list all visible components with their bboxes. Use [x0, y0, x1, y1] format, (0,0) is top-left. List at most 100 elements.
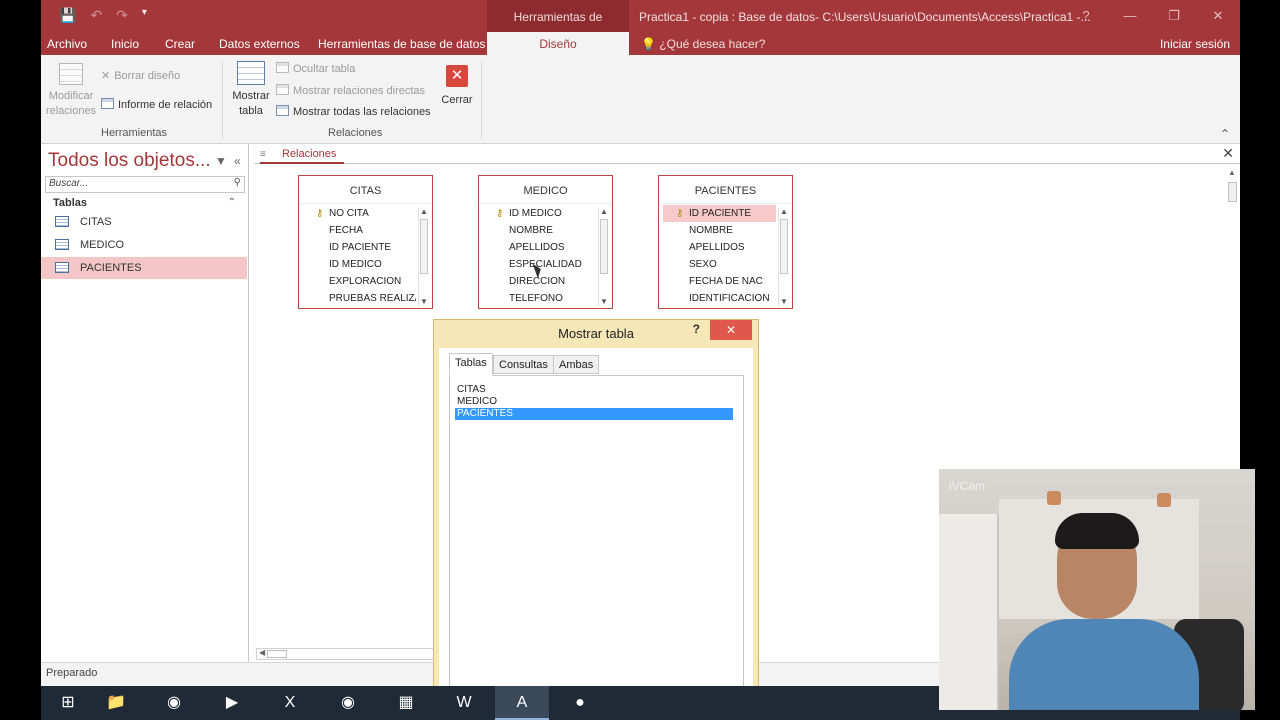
field-scrollbar[interactable]: ▲ ▼: [778, 207, 789, 306]
field-item[interactable]: APELLIDOS: [483, 239, 596, 256]
tab-diseno[interactable]: Diseño: [487, 32, 629, 55]
scroll-up-icon[interactable]: ▲: [780, 207, 788, 216]
screen-recorder-icon[interactable]: ●: [553, 686, 607, 720]
scroll-up-icon[interactable]: ▲: [1228, 168, 1236, 177]
scroll-up-icon[interactable]: ▲: [420, 207, 428, 216]
tab-inicio[interactable]: Inicio: [111, 32, 139, 55]
table-header[interactable]: CITAS: [299, 176, 432, 204]
clear-layout-button[interactable]: ✕ Borrar diseño: [101, 69, 180, 82]
firefox-icon[interactable]: ◉: [321, 686, 375, 720]
field-item[interactable]: ⚷ ID PACIENTE: [663, 205, 776, 222]
nav-item-citas[interactable]: CITAS: [41, 211, 247, 233]
field-item[interactable]: NOMBRE: [483, 222, 596, 239]
search-icon[interactable]: ⚲: [234, 177, 241, 188]
scroll-left-icon[interactable]: ◀: [259, 648, 265, 657]
table-box-medico[interactable]: MEDICO ⚷ ID MEDICO NOMBRE APELLIDOS ESPEC…: [478, 175, 613, 309]
hide-table-button[interactable]: Ocultar tabla: [276, 62, 355, 75]
close-window-icon[interactable]: ✕: [1196, 0, 1240, 32]
modify-relationships-button[interactable]: Modificar relaciones: [45, 63, 97, 119]
table-box-pacientes[interactable]: PACIENTES ⚷ ID PACIENTE NOMBRE APELLIDOS …: [658, 175, 793, 309]
list-item[interactable]: MEDICO: [455, 396, 733, 408]
nav-pane-title[interactable]: Todos los objetos...: [48, 150, 211, 172]
nav-item-medico[interactable]: MEDICO: [41, 234, 247, 256]
access-icon[interactable]: A: [495, 686, 549, 720]
field-item[interactable]: PRUEBAS REALIZADAS: [303, 290, 416, 306]
media-player-icon[interactable]: ▶: [205, 686, 259, 720]
list-item[interactable]: CITAS: [455, 384, 733, 396]
customize-qat-icon[interactable]: ▾: [142, 7, 147, 24]
dialog-help-icon[interactable]: ?: [693, 322, 700, 336]
window-title: Practica1 - copia : Base de datos- C:\Us…: [639, 10, 1091, 24]
close-button[interactable]: ✕ Cerrar: [437, 65, 477, 108]
scroll-down-icon[interactable]: ▼: [780, 297, 788, 306]
field-item[interactable]: SEXO: [663, 256, 776, 273]
collapse-ribbon-icon[interactable]: ⌃: [1220, 127, 1230, 141]
table-box-citas[interactable]: CITAS ⚷ NO CITA FECHA ID PACIENTE ID MEDI…: [298, 175, 433, 309]
excel-icon[interactable]: X: [263, 686, 317, 720]
field-item[interactable]: IDENTIFICACION: [663, 290, 776, 306]
scroll-thumb[interactable]: [267, 650, 287, 658]
nav-collapse-icon[interactable]: «: [234, 154, 241, 168]
help-icon[interactable]: ?: [1064, 0, 1108, 32]
show-table-button[interactable]: Mostrar tabla: [228, 61, 274, 119]
relationship-report-button[interactable]: Informe de relación: [101, 98, 212, 111]
nav-menu-icon[interactable]: ▼: [215, 154, 227, 168]
tab-crear[interactable]: Crear: [165, 32, 195, 55]
field-item[interactable]: FECHA DE NAC: [663, 273, 776, 290]
dialog-tab-consultas[interactable]: Consultas: [493, 355, 554, 374]
undo-icon[interactable]: ↶: [90, 7, 102, 24]
nav-group-tables[interactable]: Tablas: [53, 197, 87, 209]
dialog-tab-ambas[interactable]: Ambas: [553, 355, 600, 374]
redo-icon[interactable]: ↷: [116, 7, 128, 24]
field-name: NOMBRE: [509, 225, 553, 236]
field-name: ID PACIENTE: [689, 208, 752, 219]
close-document-icon[interactable]: ✕: [1222, 145, 1234, 162]
field-item[interactable]: ID PACIENTE: [303, 239, 416, 256]
dialog-tab-tablas[interactable]: Tablas: [449, 353, 493, 376]
tab-datos-externos[interactable]: Datos externos: [219, 32, 300, 55]
scroll-thumb[interactable]: [420, 219, 428, 274]
direct-relationships-button[interactable]: Mostrar relaciones directas: [276, 84, 425, 97]
save-icon[interactable]: 💾: [59, 7, 76, 24]
navigation-pane: Todos los objetos... ▼ « Buscar... ⚲ Tab…: [41, 144, 249, 662]
scroll-thumb[interactable]: [780, 219, 788, 274]
table-header[interactable]: PACIENTES: [659, 176, 792, 204]
word-icon[interactable]: W: [437, 686, 491, 720]
sign-in-link[interactable]: Iniciar sesión: [1160, 32, 1230, 56]
list-item-selected[interactable]: PACIENTES: [455, 408, 733, 420]
nav-search-input[interactable]: Buscar... ⚲: [45, 176, 245, 193]
scroll-up-icon[interactable]: ▲: [600, 207, 608, 216]
field-name: ID MEDICO: [329, 259, 382, 270]
tab-relaciones[interactable]: Relaciones: [260, 144, 345, 164]
restore-icon[interactable]: ❐: [1152, 0, 1196, 32]
tab-archivo[interactable]: Archivo: [47, 32, 87, 55]
file-explorer-icon[interactable]: 📁: [89, 686, 143, 720]
field-item[interactable]: EXPLORACION: [303, 273, 416, 290]
window-controls: ? — ❐ ✕: [1064, 0, 1240, 32]
scroll-thumb[interactable]: [1228, 182, 1237, 202]
tab-herramientas-bd[interactable]: Herramientas de base de datos: [318, 32, 485, 55]
nav-item-pacientes[interactable]: PACIENTES: [41, 257, 247, 279]
table-header[interactable]: MEDICO: [479, 176, 612, 204]
all-relationships-button[interactable]: Mostrar todas las relaciones: [276, 105, 431, 118]
scroll-thumb[interactable]: [600, 219, 608, 274]
minimize-icon[interactable]: —: [1108, 0, 1152, 32]
windows-start-icon[interactable]: ⊞: [41, 686, 95, 720]
scroll-down-icon[interactable]: ▼: [600, 297, 608, 306]
field-scrollbar[interactable]: ▲ ▼: [598, 207, 609, 306]
field-item[interactable]: FECHA: [303, 222, 416, 239]
field-item[interactable]: ID MEDICO: [303, 256, 416, 273]
scroll-down-icon[interactable]: ▼: [420, 297, 428, 306]
chrome-icon[interactable]: ◉: [147, 686, 201, 720]
field-item[interactable]: NOMBRE: [663, 222, 776, 239]
field-scrollbar[interactable]: ▲ ▼: [418, 207, 429, 306]
tell-me-box[interactable]: 💡 ¿Qué desea hacer?: [641, 32, 765, 56]
field-item[interactable]: APELLIDOS: [663, 239, 776, 256]
close-label: Cerrar: [441, 94, 473, 106]
field-item[interactable]: ⚷ ID MEDICO: [483, 205, 596, 222]
monitor-app-icon[interactable]: ▦: [379, 686, 433, 720]
dialog-close-icon[interactable]: ✕: [710, 320, 752, 340]
field-item[interactable]: ⚷ NO CITA: [303, 205, 416, 222]
group-collapse-icon[interactable]: ⌃: [228, 197, 236, 208]
field-item[interactable]: TELEFONO: [483, 290, 596, 306]
